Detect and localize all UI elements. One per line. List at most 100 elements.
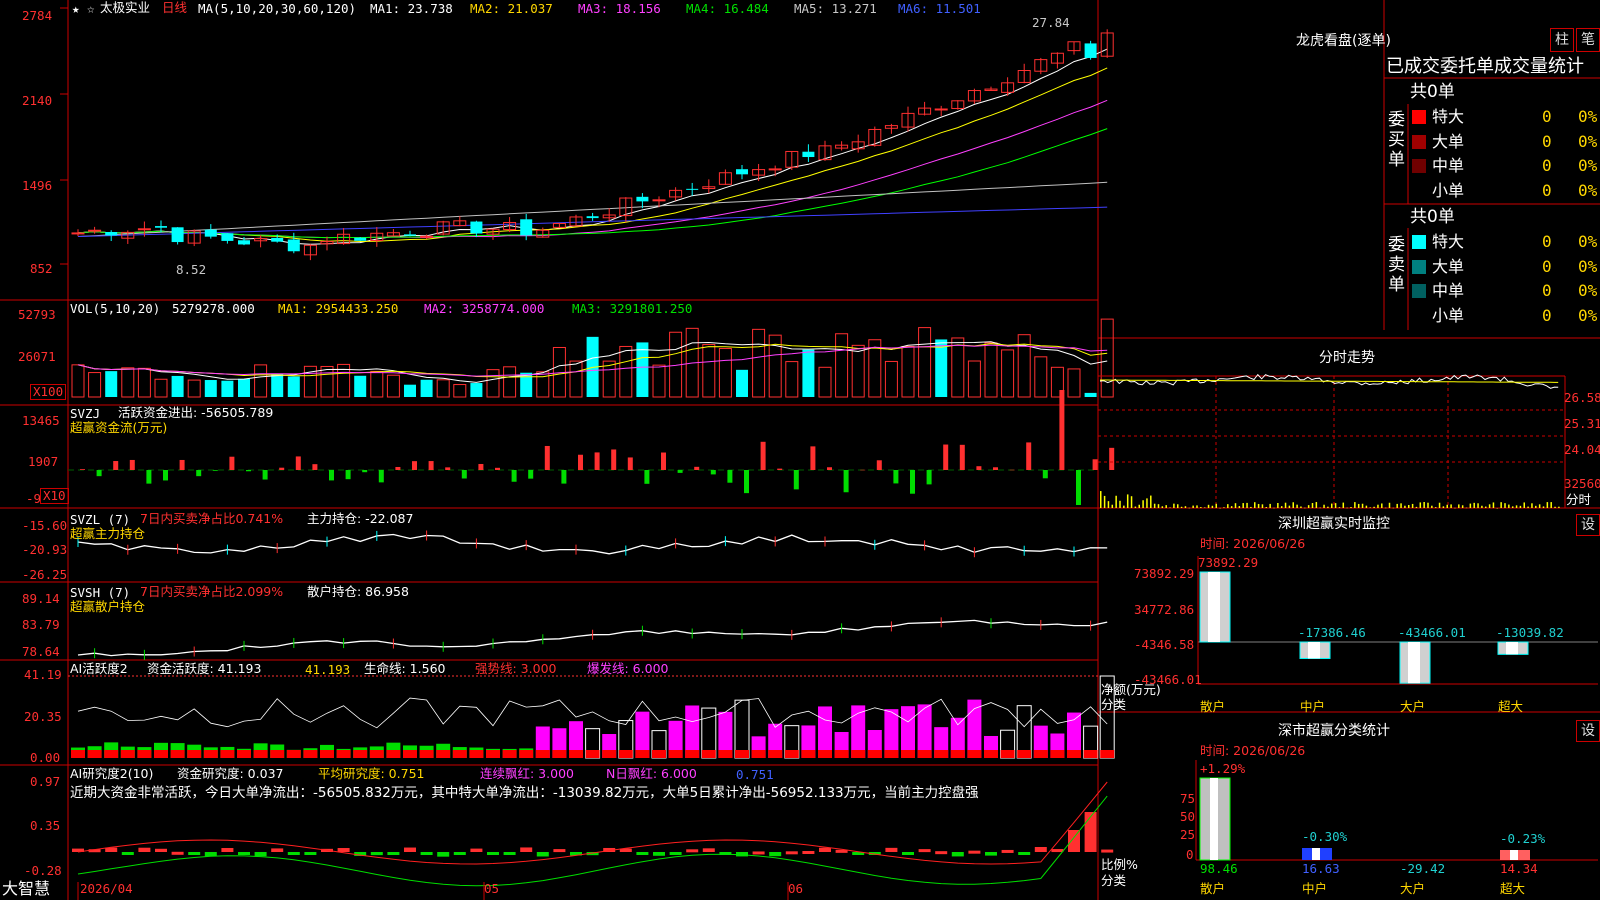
classify-bar-highlight — [1210, 778, 1218, 860]
classify-xlabel: 分类 — [1101, 873, 1127, 888]
candle-body — [586, 216, 599, 219]
activity-base — [336, 750, 351, 758]
monitor-category: 大户 — [1400, 699, 1426, 714]
intraday-volume — [1161, 506, 1164, 508]
vol-ma1: MA1: 2954433.250 — [278, 301, 399, 316]
fund-flow-bar — [777, 468, 783, 470]
vol-axis-1: 52793 — [18, 307, 56, 322]
intraday-volume — [1361, 503, 1364, 508]
candle-body — [768, 168, 782, 171]
ai1-axis-1: 41.19 — [24, 667, 62, 682]
monitor-bar-value: -43466.01 — [1398, 625, 1466, 640]
activity-base — [701, 750, 716, 758]
intraday-volume — [1419, 502, 1422, 508]
research-bar — [636, 852, 649, 855]
activity-base — [137, 750, 152, 758]
volume-bar — [901, 345, 915, 398]
svsh-label: SVSH (7) — [70, 585, 131, 600]
research-bar — [121, 852, 134, 855]
fund-flow-bar — [793, 470, 799, 490]
monitor-settings-button[interactable]: 设 — [1576, 514, 1600, 536]
activity-base — [801, 750, 816, 758]
research-bar — [686, 849, 699, 853]
intraday-volume — [1515, 505, 1518, 508]
research-bar — [885, 847, 898, 852]
activity-base — [784, 750, 799, 758]
monitor-bar-highlight — [1408, 642, 1420, 684]
activity-base — [120, 750, 135, 758]
candle-body — [204, 229, 217, 237]
intraday-volume — [1365, 505, 1368, 508]
intraday-volume — [1203, 507, 1206, 508]
intraday-volume — [1115, 495, 1117, 508]
candle-body — [171, 227, 184, 243]
monitor-time: 时间: 2026/06/26 — [1200, 536, 1306, 551]
research-bar — [138, 847, 151, 852]
fund-flow-bar — [461, 470, 467, 479]
classify-axis-3: 25 — [1180, 827, 1196, 842]
research-bar — [951, 852, 964, 857]
volume-bar — [851, 344, 865, 398]
volume-bar — [1084, 392, 1097, 397]
activity-base — [984, 750, 998, 758]
vol-ma2: MA2: 3258774.000 — [424, 301, 545, 316]
volume-bar — [967, 360, 981, 398]
intraday-volume — [1296, 504, 1298, 508]
candle-body — [636, 196, 649, 202]
intraday-volume — [1400, 503, 1402, 508]
bar-mode-button[interactable]: 柱 — [1550, 28, 1574, 52]
order-percent: 0% — [1578, 232, 1598, 251]
activity-base — [685, 750, 700, 758]
fund-flow-bar — [395, 466, 401, 470]
intraday-volume — [1273, 507, 1275, 509]
ai2-d: N日飘红: 6.000 — [606, 766, 697, 781]
volume-bar — [736, 369, 748, 397]
order-percent: 0% — [1578, 256, 1598, 276]
research-bar — [752, 851, 765, 855]
lhb-tabs[interactable]: 已成交委托单成交量统计 — [1386, 56, 1584, 78]
classify-pct: -0.30% — [1302, 829, 1348, 844]
fund-flow-bar — [412, 461, 417, 470]
activity-base — [203, 750, 218, 758]
ai1-d: 强势线: 3.000 — [475, 661, 557, 676]
volume-bar — [420, 379, 433, 397]
star-icons[interactable]: ★ ☆ — [72, 2, 95, 16]
research-bar — [238, 852, 250, 855]
intraday-volume — [1504, 503, 1506, 508]
order-percent: 0% — [1578, 131, 1598, 151]
volume-bar — [984, 342, 998, 398]
intraday-volume — [1307, 505, 1310, 508]
intraday-volume — [1485, 506, 1487, 508]
intraday-volume — [1230, 506, 1233, 508]
intraday-volume — [1523, 502, 1525, 508]
intraday-volume — [1227, 504, 1229, 508]
chart-canvas[interactable] — [0, 0, 1600, 900]
order-size-label: 小单 — [1432, 180, 1465, 200]
intraday-volume — [1331, 503, 1333, 508]
candle-body — [420, 235, 434, 238]
intraday-volume — [1246, 502, 1248, 508]
research-bar — [155, 848, 167, 852]
intraday-volume — [1535, 505, 1537, 508]
fund-flow-bar — [345, 470, 351, 480]
fund-flow-bar — [495, 467, 500, 470]
intraday-volume — [1126, 494, 1129, 508]
research-bar — [520, 847, 533, 852]
intraday-volume — [1396, 503, 1398, 508]
research-bar — [254, 852, 267, 857]
research-bar — [171, 851, 184, 855]
volume-bar — [386, 374, 400, 398]
candle-body — [221, 233, 234, 241]
research-bar — [1001, 849, 1014, 853]
classify-settings-button[interactable]: 设 — [1576, 720, 1600, 742]
tick-mode-button[interactable]: 笔 — [1576, 28, 1600, 52]
order-count: 0 — [1542, 107, 1552, 126]
period-label[interactable]: 日线 — [162, 1, 187, 15]
activity-base — [635, 750, 650, 758]
intraday-volume — [1238, 506, 1241, 508]
intraday-volume — [1442, 506, 1445, 508]
activity-base — [253, 750, 268, 758]
candle-body — [652, 199, 666, 202]
intraday-volume — [1354, 502, 1356, 508]
svsh-axis-2: 83.79 — [22, 617, 60, 632]
